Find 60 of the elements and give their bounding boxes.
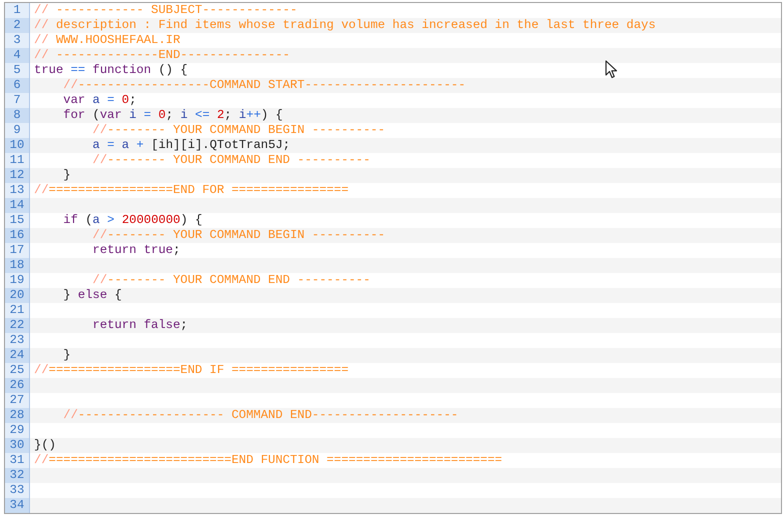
line-number: 20 bbox=[5, 288, 30, 303]
line-number: 26 bbox=[5, 378, 30, 393]
code-line: // WWW.HOOSHEFAAL.IR bbox=[34, 33, 180, 48]
line-number: 13 bbox=[5, 183, 30, 198]
mouse-pointer-icon bbox=[605, 60, 618, 79]
line-number: 14 bbox=[5, 198, 30, 213]
code-line: return true; bbox=[92, 243, 180, 258]
line-number: 5 bbox=[5, 63, 30, 78]
line-number: 3 bbox=[5, 33, 30, 48]
code-editor[interactable] bbox=[4, 2, 782, 514]
code-line: true == function () { bbox=[34, 63, 188, 78]
line-number: 11 bbox=[5, 153, 30, 168]
line-number: 12 bbox=[5, 168, 30, 183]
code-line: } else { bbox=[62, 288, 122, 303]
line-number: 21 bbox=[5, 303, 30, 318]
code-line: //=================END FOR ================ bbox=[34, 183, 349, 198]
line-number: 1 bbox=[5, 3, 30, 18]
line-number: 29 bbox=[5, 423, 30, 438]
line-number: 34 bbox=[5, 498, 30, 513]
line-number: 7 bbox=[5, 93, 30, 108]
code-line: if (a > 20000000) { bbox=[62, 213, 202, 228]
line-number: 28 bbox=[5, 408, 30, 423]
code-line: var a = 0; bbox=[62, 93, 136, 108]
line-number: 30 bbox=[5, 438, 30, 453]
code-line: //==================END IF ================ bbox=[34, 363, 349, 378]
line-number: 4 bbox=[5, 48, 30, 63]
line-number: 16 bbox=[5, 228, 30, 243]
line-number: 17 bbox=[5, 243, 30, 258]
code-line: // description : Find items whose trading volume has increased in the last three days bbox=[34, 18, 656, 33]
code-line: }() bbox=[34, 438, 56, 453]
line-number: 8 bbox=[5, 108, 30, 123]
code-line: return false; bbox=[92, 318, 188, 333]
line-number: 15 bbox=[5, 213, 30, 228]
code-line: } bbox=[62, 168, 71, 183]
code-line: //-------- YOUR COMMAND BEGIN ---------- bbox=[92, 123, 386, 138]
code-line: //------------------COMMAND START---------------------- bbox=[62, 78, 466, 93]
line-number: 24 bbox=[5, 348, 30, 363]
line-number: 33 bbox=[5, 483, 30, 498]
line-number: 31 bbox=[5, 453, 30, 468]
code-line: // --------------END--------------- bbox=[34, 48, 290, 63]
line-number: 32 bbox=[5, 468, 30, 483]
line-number: 6 bbox=[5, 78, 30, 93]
code-line: //-------- YOUR COMMAND END ---------- bbox=[92, 153, 370, 168]
line-number: 9 bbox=[5, 123, 30, 138]
line-number: 25 bbox=[5, 363, 30, 378]
code-line: //=========================END FUNCTION ======================== bbox=[34, 453, 502, 468]
code-line: for (var i = 0; i <= 2; i++) { bbox=[62, 108, 283, 123]
line-number: 19 bbox=[5, 273, 30, 288]
line-number: 2 bbox=[5, 18, 30, 33]
code-line: //-------------------- COMMAND END-------------------- bbox=[62, 408, 458, 423]
line-number: 22 bbox=[5, 318, 30, 333]
line-number: 27 bbox=[5, 393, 30, 408]
code-line: // ------------ SUBJECT------------- bbox=[34, 3, 298, 18]
code-line: //-------- YOUR COMMAND END ---------- bbox=[92, 273, 370, 288]
line-number: 23 bbox=[5, 333, 30, 348]
line-number: 10 bbox=[5, 138, 30, 153]
code-line: } bbox=[62, 348, 71, 363]
code-line: a = a + [ih][i].QTotTran5J; bbox=[92, 138, 290, 153]
line-number: 18 bbox=[5, 258, 30, 273]
code-line: //-------- YOUR COMMAND BEGIN ---------- bbox=[92, 228, 386, 243]
